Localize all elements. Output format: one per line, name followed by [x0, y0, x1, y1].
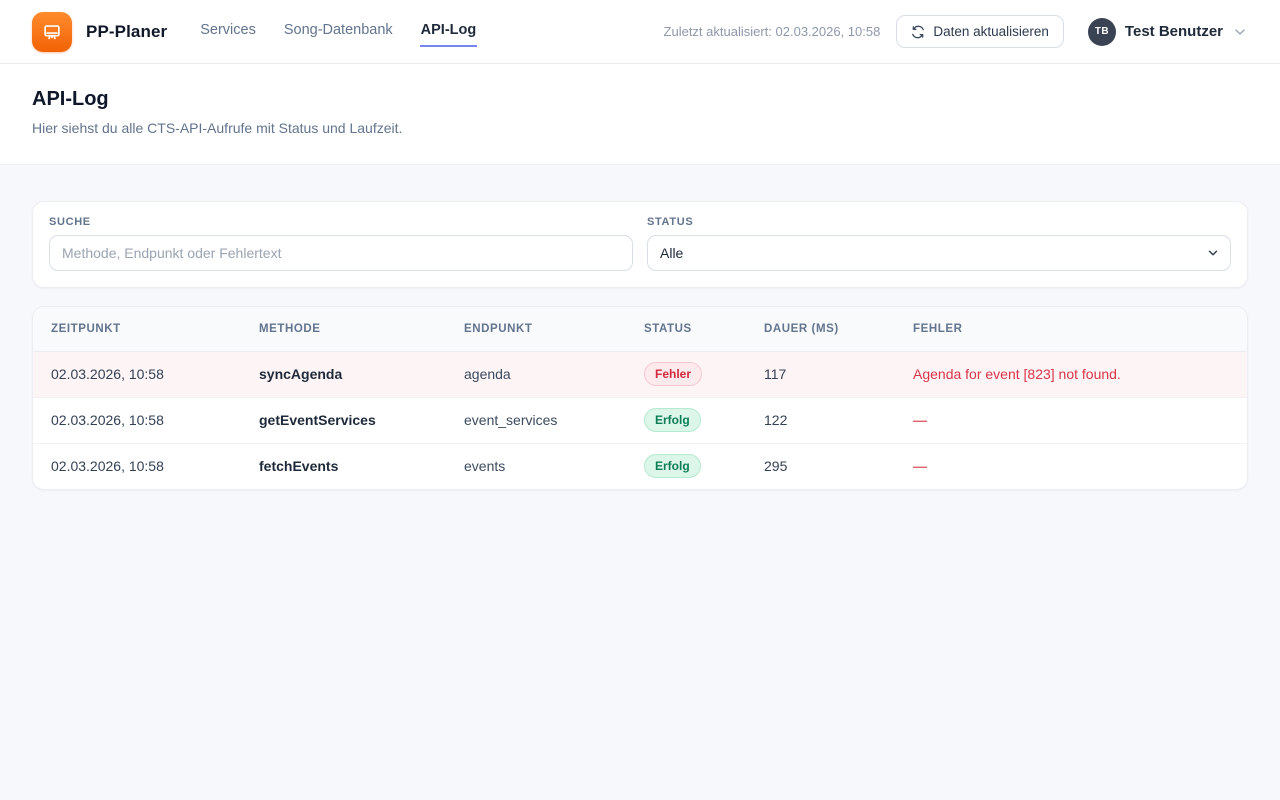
cell-dauer: 122 — [746, 397, 895, 443]
cell-methode: getEventServices — [241, 397, 446, 443]
column-header-methode: METHODE — [241, 307, 446, 351]
user-name: Test Benutzer — [1125, 23, 1223, 40]
user-menu[interactable]: TB Test Benutzer — [1088, 18, 1248, 46]
cell-endpunkt: event_services — [446, 397, 626, 443]
status-select[interactable]: Alle — [647, 235, 1231, 271]
chevron-down-icon — [1232, 24, 1248, 40]
cell-zeitpunkt: 02.03.2026, 10:58 — [33, 351, 241, 397]
search-field-group: SUCHE — [49, 216, 633, 271]
refresh-data-button[interactable]: Daten aktualisieren — [896, 15, 1064, 48]
brand-name: PP-Planer — [86, 22, 167, 42]
cell-fehler: — — [895, 397, 1247, 443]
api-log-table: ZEITPUNKT METHODE ENDPUNKT STATUS DAUER … — [33, 307, 1247, 489]
app-logo — [32, 12, 72, 52]
cell-methode: syncAgenda — [241, 351, 446, 397]
avatar: TB — [1088, 18, 1116, 46]
filter-card: SUCHE STATUS Alle — [32, 201, 1248, 288]
table-row[interactable]: 02.03.2026, 10:58 syncAgenda agenda Fehl… — [33, 351, 1247, 397]
column-header-zeitpunkt: ZEITPUNKT — [33, 307, 241, 351]
column-header-dauer: DAUER (MS) — [746, 307, 895, 351]
main-nav: Services Song-Datenbank API-Log — [199, 16, 477, 47]
refresh-button-label: Daten aktualisieren — [933, 24, 1049, 39]
column-header-fehler: FEHLER — [895, 307, 1247, 351]
brand: PP-Planer — [32, 12, 167, 52]
top-bar-right: Zuletzt aktualisiert: 02.03.2026, 10:58 … — [664, 15, 1248, 48]
page-subtitle: Hier siehst du alle CTS-API-Aufrufe mit … — [32, 120, 1248, 136]
status-badge: Erfolg — [644, 408, 701, 432]
status-badge: Fehler — [644, 362, 702, 386]
search-input[interactable] — [49, 235, 633, 271]
cell-methode: fetchEvents — [241, 443, 446, 489]
cell-dauer: 117 — [746, 351, 895, 397]
table-row[interactable]: 02.03.2026, 10:58 getEventServices event… — [33, 397, 1247, 443]
cell-status: Erfolg — [626, 397, 746, 443]
nav-item-api-log[interactable]: API-Log — [420, 16, 478, 47]
top-bar: PP-Planer Services Song-Datenbank API-Lo… — [0, 0, 1280, 64]
main-content: SUCHE STATUS Alle — [0, 165, 1280, 490]
status-label: STATUS — [647, 216, 1231, 228]
cell-zeitpunkt: 02.03.2026, 10:58 — [33, 397, 241, 443]
cell-zeitpunkt: 02.03.2026, 10:58 — [33, 443, 241, 489]
api-log-table-card: ZEITPUNKT METHODE ENDPUNKT STATUS DAUER … — [32, 306, 1248, 490]
table-header-row: ZEITPUNKT METHODE ENDPUNKT STATUS DAUER … — [33, 307, 1247, 351]
column-header-status: STATUS — [626, 307, 746, 351]
cell-status: Fehler — [626, 351, 746, 397]
presentation-board-icon — [41, 21, 63, 43]
cell-status: Erfolg — [626, 443, 746, 489]
refresh-icon — [911, 25, 925, 39]
cell-endpunkt: events — [446, 443, 626, 489]
cell-fehler: — — [895, 443, 1247, 489]
status-badge: Erfolg — [644, 454, 701, 478]
table-row[interactable]: 02.03.2026, 10:58 fetchEvents events Erf… — [33, 443, 1247, 489]
cell-fehler: Agenda for event [823] not found. — [895, 351, 1247, 397]
nav-item-song-datenbank[interactable]: Song-Datenbank — [283, 16, 394, 47]
cell-endpunkt: agenda — [446, 351, 626, 397]
status-field-group: STATUS Alle — [647, 216, 1231, 271]
page-header: API-Log Hier siehst du alle CTS-API-Aufr… — [0, 64, 1280, 165]
search-label: SUCHE — [49, 216, 633, 228]
column-header-endpunkt: ENDPUNKT — [446, 307, 626, 351]
page-title: API-Log — [32, 88, 1248, 111]
cell-dauer: 295 — [746, 443, 895, 489]
last-updated-text: Zuletzt aktualisiert: 02.03.2026, 10:58 — [664, 24, 881, 39]
nav-item-services[interactable]: Services — [199, 16, 257, 47]
